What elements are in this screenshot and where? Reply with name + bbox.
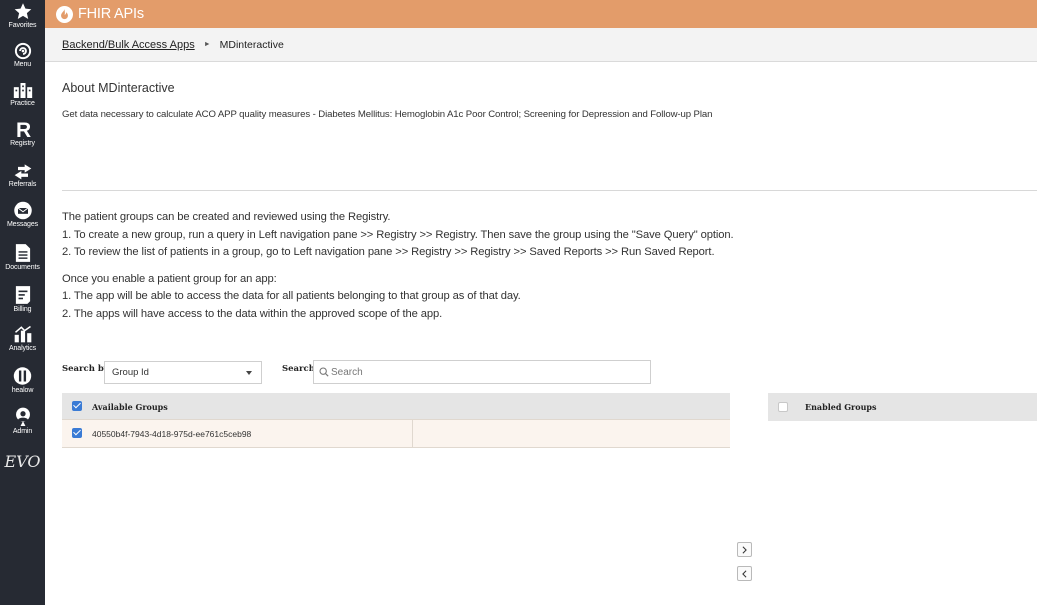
breadcrumb: Backend/Bulk Access Apps ► MDinteractive [45,28,1037,62]
sidebar-item-practice[interactable]: Practice [0,82,45,107]
billing-icon [15,286,30,304]
admin-person-icon [15,407,30,426]
enabled-groups-header: Enabled Groups [805,402,877,412]
messages-envelope-icon [13,201,32,220]
star-icon [14,3,31,20]
sidebar-item-label: Registry [10,140,35,147]
sidebar-item-analytics[interactable]: Analytics [0,324,45,352]
instruction-line: 1. The app will be able to access the da… [62,290,521,302]
instruction-line: The patient groups can be created and re… [62,211,391,223]
sidebar-item-favorites[interactable]: Favorites [0,2,45,29]
group-id-cell: 40550b4f-7943-4d18-975d-ee761c5ceb98 [92,429,252,439]
practice-building-icon [13,83,32,98]
analytics-icon [14,325,31,343]
search-by-select[interactable]: Group Id [104,361,262,384]
instruction-line: 1. To create a new group, run a query in… [62,228,734,241]
sidebar-item-billing[interactable]: Billing [0,285,45,313]
sidebar-item-label: Documents [5,264,40,271]
registry-r-icon: R [16,119,31,139]
about-description: Get data necessary to calculate ACO APP … [62,109,713,120]
evo-logo[interactable]: EVO [0,452,45,471]
instruction-line: 2. To review the list of patients in a g… [62,246,715,258]
search-label: Search [282,364,315,374]
chevron-left-icon [742,569,747,578]
search-row: Search by Group Id Search [62,360,662,384]
healow-icon [13,367,32,385]
left-nav-sidebar: Favorites Menu Practice R Registry Refer… [0,0,45,605]
instruction-line: 2. The apps will have access to the data… [62,307,443,320]
sidebar-item-label: Referrals [8,181,37,188]
sidebar-item-documents[interactable]: Documents [0,243,45,271]
chevron-down-icon [246,371,252,375]
about-title: About MDinteractive [62,81,175,95]
select-all-enabled-checkbox[interactable] [778,402,788,412]
sidebar-item-label: Messages [6,221,39,228]
evo-logo-text: EVO [4,452,41,471]
available-groups-header-row: Available Groups [62,393,730,419]
move-to-enabled-button[interactable] [737,542,752,557]
fhir-flame-icon [56,5,73,23]
search-icon [319,367,329,377]
search-input-wrapper [313,360,651,384]
row-checkbox[interactable] [72,427,82,438]
sidebar-item-healow[interactable]: healow [0,366,45,394]
sidebar-item-label: Menu [13,61,32,68]
sidebar-item-referrals[interactable]: Referrals [0,162,45,188]
sidebar-item-label: Billing [13,306,32,313]
sidebar-item-registry[interactable]: R Registry [0,119,45,147]
enabled-groups-table: Enabled Groups [768,393,1037,421]
chevron-right-icon: ► [203,41,211,48]
documents-icon [15,244,30,262]
empty-cell [411,419,730,447]
sidebar-item-admin[interactable]: Admin [0,407,45,435]
chevron-right-icon [742,545,747,554]
instructions-block: The patient groups can be created and re… [62,209,734,323]
sidebar-item-label: Favorites [8,22,37,29]
referrals-arrows-icon [14,164,31,180]
sidebar-item-label: Practice [10,100,35,107]
select-all-available-checkbox[interactable] [72,400,82,411]
sidebar-item-label: Analytics [8,345,37,352]
sidebar-item-menu[interactable]: Menu [0,42,45,68]
search-by-selected-value: Group Id [112,367,149,378]
app-header: FHIR APIs [45,0,1037,28]
sidebar-item-messages[interactable]: Messages [0,201,45,228]
breadcrumb-link-backend-bulk-access-apps[interactable]: Backend/Bulk Access Apps [62,39,195,51]
available-groups-header: Available Groups [92,401,168,412]
section-divider [62,190,1037,191]
search-by-label: Search by [62,364,109,374]
page-title: FHIR APIs [78,6,144,22]
move-to-available-button[interactable] [737,566,752,581]
breadcrumb-current: MDinteractive [219,38,284,51]
svg-text:R: R [16,119,31,139]
sidebar-item-label: Admin [12,428,33,435]
available-groups-table: Available Groups 40550b4f-7943-4d18-975d… [62,393,730,448]
table-row[interactable]: 40550b4f-7943-4d18-975d-ee761c5ceb98 [62,419,730,447]
instruction-line: Once you enable a patient group for an a… [62,272,277,285]
sidebar-item-label: healow [11,387,34,394]
search-input[interactable] [331,362,647,382]
menu-swirl-icon [14,42,31,60]
